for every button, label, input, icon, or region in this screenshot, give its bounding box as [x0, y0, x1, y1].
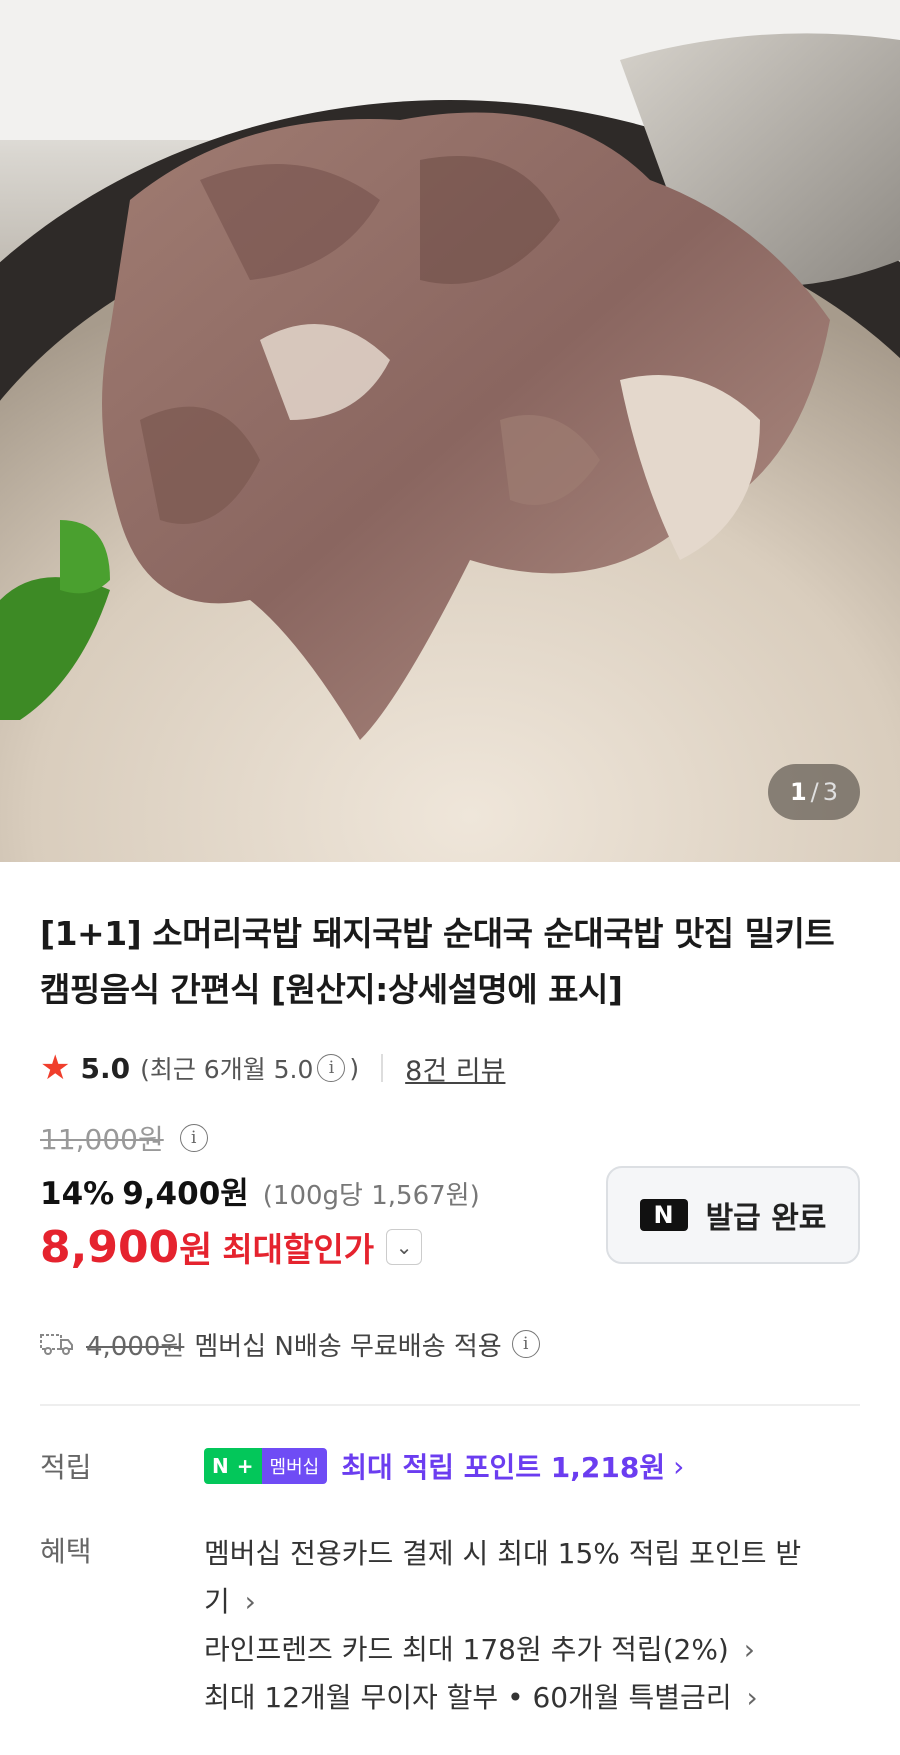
section-divider — [40, 1404, 860, 1406]
shipping-info-icon[interactable]: i — [511, 1330, 540, 1358]
benefit-item[interactable]: 멤버십 전용카드 결제 시 최대 15% 적립 포인트 받기 › — [204, 1530, 824, 1626]
chevron-down-icon[interactable]: ⌄ — [386, 1229, 423, 1265]
benefit-list: 멤버십 전용카드 결제 시 최대 15% 적립 포인트 받기 › 라인프렌즈 카… — [204, 1530, 824, 1722]
naver-plus-membership-badge: N + 멤버십 — [204, 1448, 328, 1484]
benefits-label: 혜택 — [40, 1535, 92, 1568]
membership-badge-text: 멤버십 — [261, 1448, 328, 1484]
max-discount-label: 최대할인가 — [222, 1230, 375, 1269]
price-area: 14% 9,400원 (100g당 1,567원) 8,900 원 최대할인가 … — [40, 1166, 860, 1288]
chevron-right-icon: › — [743, 1633, 755, 1666]
info-icon[interactable]: i — [317, 1054, 346, 1082]
product-image-gallery[interactable]: 1 / 3 — [0, 0, 900, 862]
image-counter: 1 / 3 — [768, 764, 860, 820]
membership-points[interactable]: N + 멤버십 최대 적립 포인트 1,218원 › — [204, 1446, 684, 1486]
product-title: [1+1] 소머리국밥 돼지국밥 순대국 순대국밥 맛집 밀키트 캠핑음식 간편… — [40, 914, 835, 1009]
review-count-link[interactable]: 8건 리뷰 — [405, 1049, 505, 1088]
points-row: 적립 N + 멤버십 최대 적립 포인트 1,218원 › — [40, 1446, 860, 1486]
benefit-item-text: 멤버십 전용카드 결제 시 최대 15% 적립 포인트 받기 — [204, 1537, 802, 1618]
rating-row: ★ 5.0 (최근 6개월 5.0 i ) 8건 리뷰 — [40, 1048, 860, 1088]
benefit-item[interactable]: 라인프렌즈 카드 최대 178원 추가 적립(2%) › — [204, 1626, 824, 1674]
coupon-label: 발급 완료 — [705, 1201, 827, 1236]
shipping-old-fee: 4,000원 — [86, 1331, 185, 1362]
final-price-currency: 원 — [179, 1230, 213, 1271]
discount-percent: 14% — [40, 1176, 115, 1212]
price-info-icon[interactable]: i — [179, 1124, 208, 1152]
image-counter-total: 3 — [822, 778, 839, 806]
benefit-item-text: 라인프렌즈 카드 최대 178원 추가 적립(2%) — [204, 1633, 729, 1666]
unit-price: (100g당 1,567원) — [262, 1181, 480, 1211]
benefit-item-text: 최대 12개월 무이자 할부 • 60개월 특별금리 — [204, 1681, 732, 1714]
benefits-row: 혜택 멤버십 전용카드 결제 시 최대 15% 적립 포인트 받기 › 라인프렌… — [40, 1530, 860, 1722]
discounted-price: 9,400원 — [122, 1176, 249, 1212]
divider — [381, 1054, 384, 1082]
benefit-item[interactable]: 최대 12개월 무이자 할부 • 60개월 특별금리 › — [204, 1674, 824, 1722]
chevron-right-icon: › — [244, 1585, 256, 1618]
recent-rating-close: ) — [349, 1053, 360, 1083]
naver-n-badge: N — [204, 1448, 237, 1484]
original-price: 11,000원 — [40, 1123, 164, 1156]
recent-rating-text: (최근 6개월 5.0 — [140, 1055, 314, 1084]
plus-icon: + — [236, 1448, 262, 1484]
rating-score: 5.0 — [80, 1051, 131, 1085]
final-price: 8,900 — [40, 1221, 180, 1273]
shipping-text: 멤버십 N배송 무료배송 적용 — [194, 1331, 502, 1362]
truck-icon — [40, 1334, 73, 1355]
chevron-right-icon: › — [746, 1681, 758, 1714]
coupon-button[interactable]: N 발급 완료 — [606, 1166, 860, 1264]
star-icon: ★ — [40, 1048, 71, 1088]
image-counter-separator: / — [810, 778, 819, 806]
max-points-link[interactable]: 최대 적립 포인트 1,218원 — [341, 1446, 665, 1486]
original-price-row: 11,000원 i — [40, 1118, 860, 1158]
recent-rating: (최근 6개월 5.0 i ) — [140, 1050, 359, 1086]
naver-n-icon: N — [639, 1199, 688, 1231]
product-photo — [0, 0, 900, 862]
image-counter-current: 1 — [789, 778, 807, 806]
chevron-right-icon: › — [673, 1449, 685, 1483]
points-label: 적립 — [40, 1451, 92, 1484]
shipping-row: 4,000원 멤버십 N배송 무료배송 적용 i — [40, 1324, 860, 1364]
